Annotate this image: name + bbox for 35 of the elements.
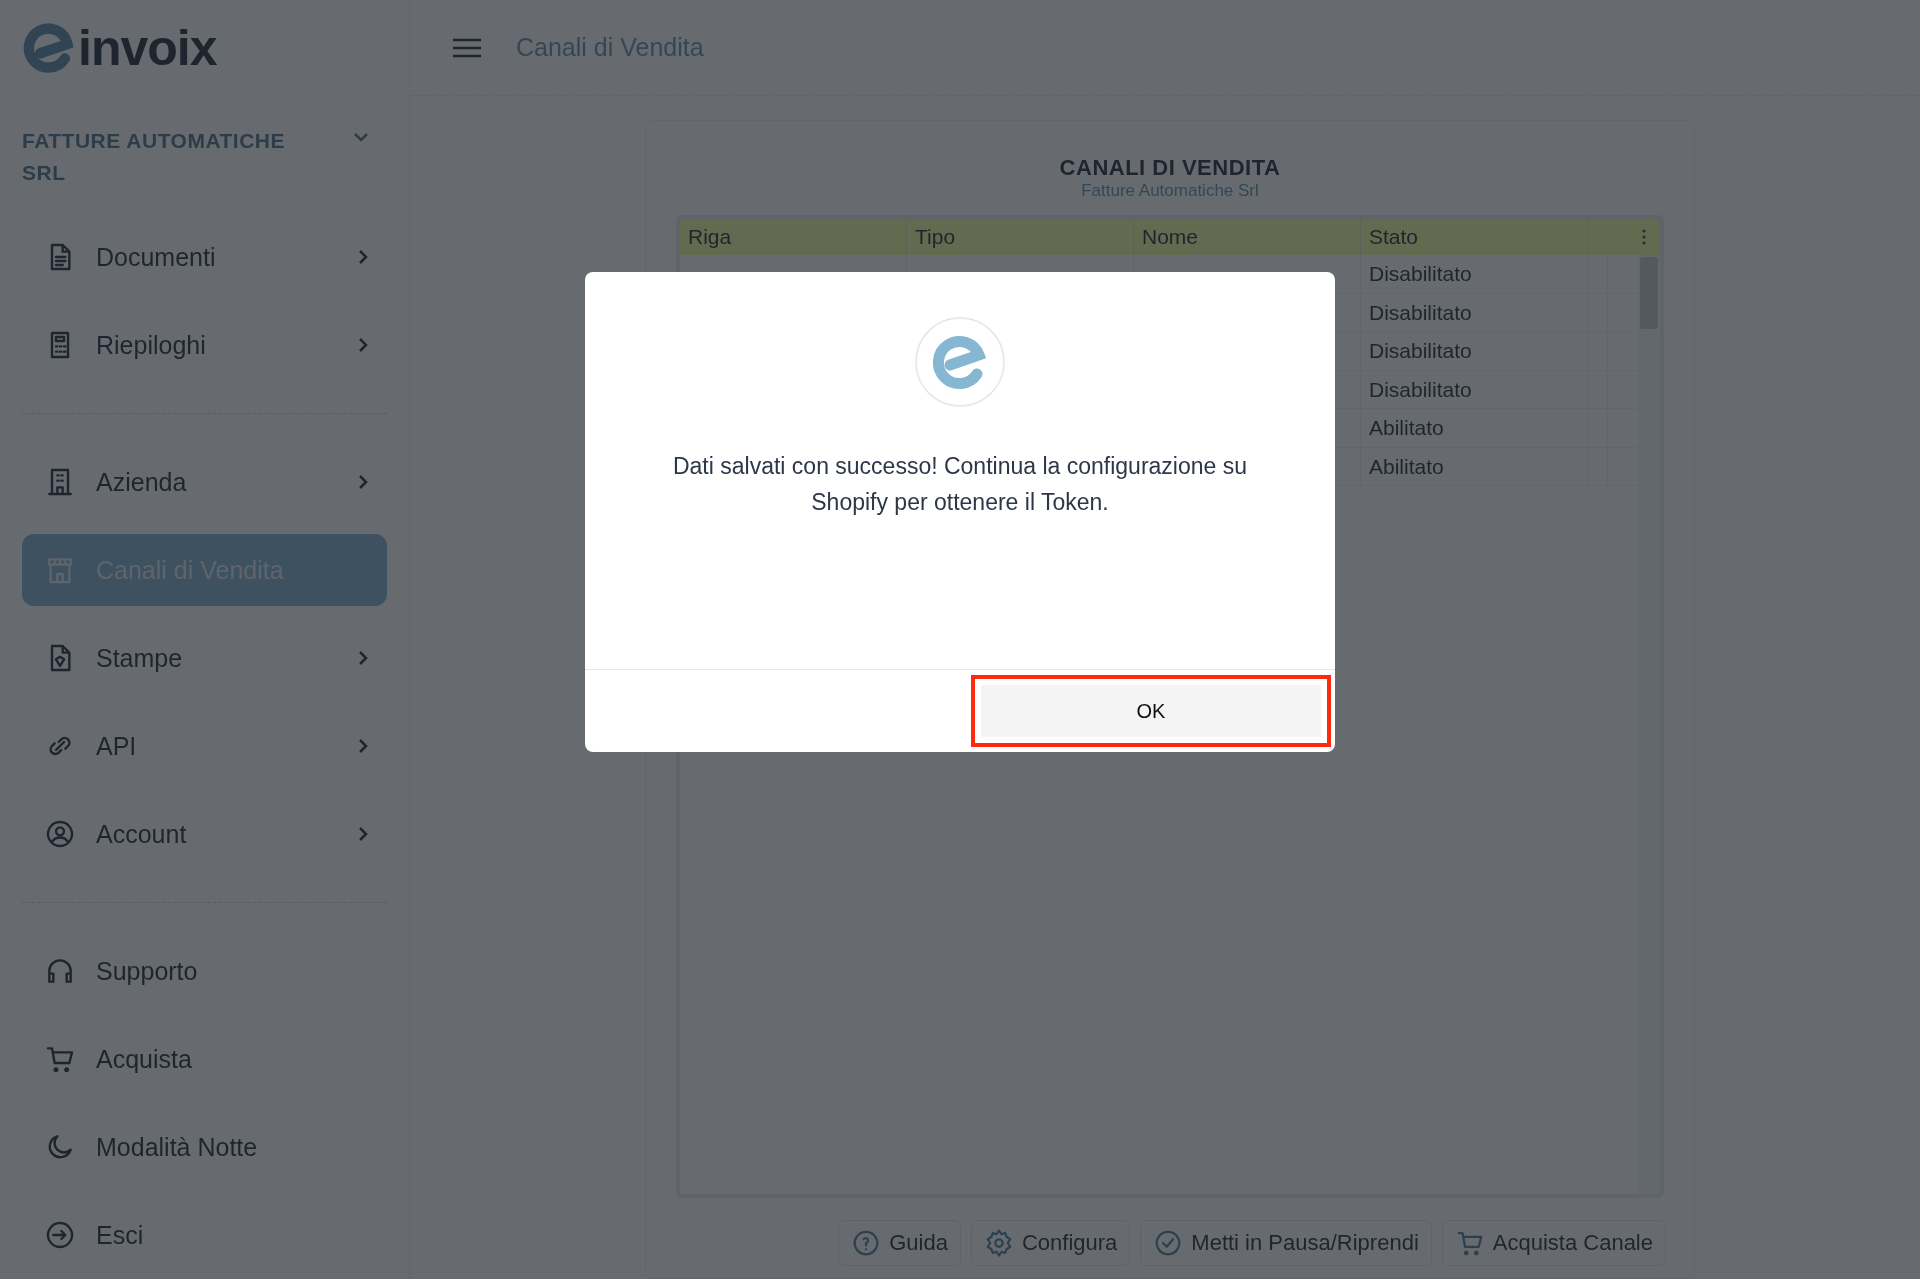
sidebar-item[interactable]: Riepiloghi [22,309,387,381]
sidebar-item[interactable]: Modalità Notte [22,1111,387,1183]
sidebar-item[interactable]: Documenti [22,221,387,293]
table-cell: Disabilitato [1361,370,1588,408]
action-button[interactable]: Configura [970,1220,1131,1266]
sidebar-item[interactable]: API [22,710,387,782]
dialog-message: Dati salvati con successo! Continua la configurazione su Shopify per ottenere il Token. [671,452,1248,517]
menu-item-icon [44,818,76,850]
action-button[interactable]: Metti in Pausa/Riprendi [1140,1220,1432,1266]
logo-mark-icon [914,316,1006,408]
table-cell: Disabilitato [1361,293,1588,331]
company-selector[interactable]: FATTURE AUTOMATICHE SRL [22,95,387,213]
sidebar-item[interactable]: Azienda [22,446,387,518]
table-cell: Disabilitato [1361,332,1588,370]
column-header[interactable]: Stato [1361,219,1588,255]
table-cell: Abilitato [1361,447,1588,485]
card-title: CANALI DI VENDITA [1059,155,1281,181]
kebab-menu-icon[interactable] [1642,229,1646,245]
logo-mark-icon [22,21,74,74]
sidebar-item[interactable]: Esci [22,1199,387,1271]
column-header[interactable]: Riga [680,219,907,255]
ok-button[interactable]: OK [981,685,1321,737]
sidebar-item[interactable]: Acquista [22,1023,387,1095]
table-cell: Abilitato [1361,409,1588,447]
action-button[interactable]: Guida [838,1220,961,1266]
table-cell: Disabilitato [1361,255,1588,293]
sidebar-item[interactable]: Account [22,798,387,870]
menu-item-icon [44,1219,76,1251]
sidebar-item[interactable]: Supporto [22,935,387,1007]
sidebar-item[interactable]: Stampe [22,622,387,694]
menu-icon[interactable] [452,37,482,58]
column-header[interactable]: Tipo [907,219,1134,255]
action-button[interactable]: Acquista Canale [1441,1220,1666,1266]
logo-text: invoix [78,18,217,77]
column-header[interactable]: Nome [1134,219,1361,255]
